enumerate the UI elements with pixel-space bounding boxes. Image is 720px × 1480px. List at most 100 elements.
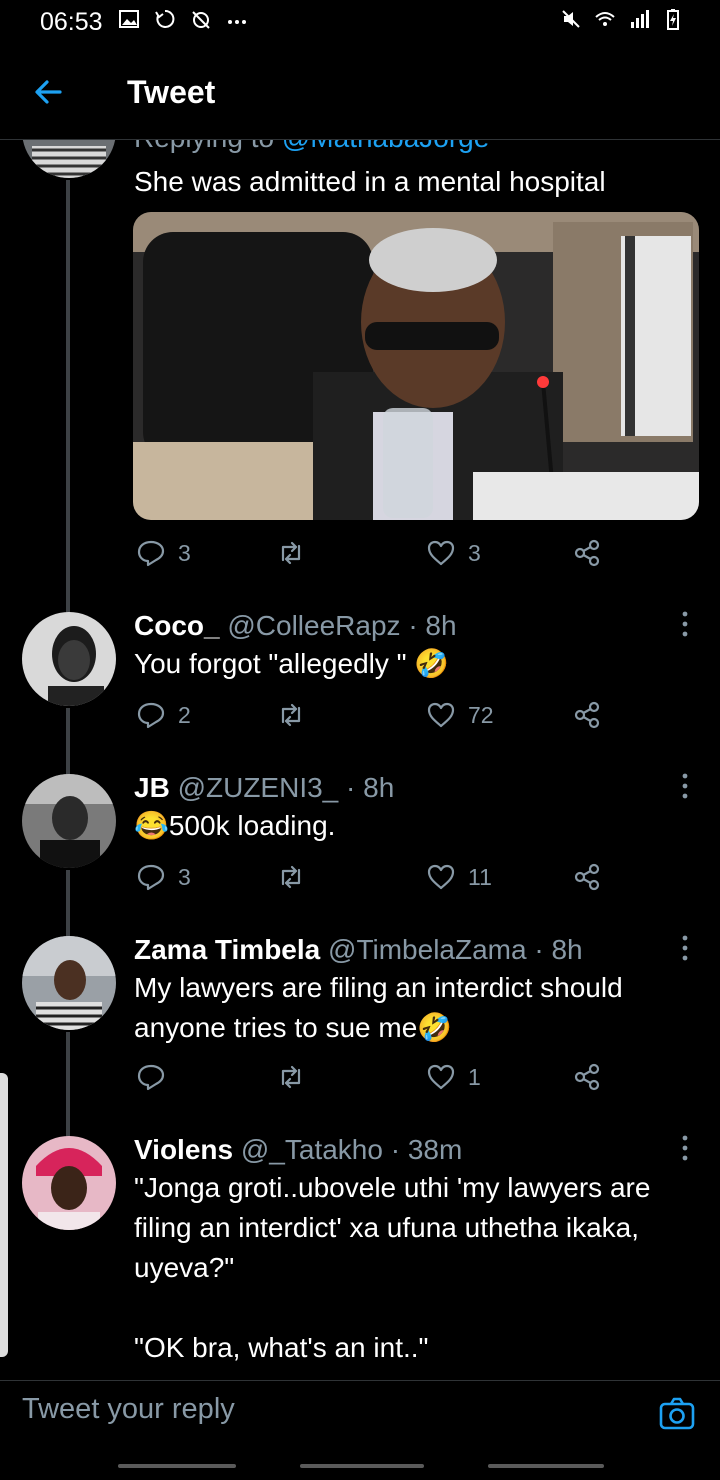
more-options-icon[interactable] [676, 772, 694, 800]
wifi-off-icon [192, 11, 210, 29]
nav-gesture-home[interactable] [300, 1464, 424, 1468]
reply-icon[interactable] [136, 862, 166, 892]
top-app-bar: Tweet [0, 44, 720, 140]
nav-gesture-right[interactable] [488, 1464, 604, 1468]
replying-to: Replying to @MathabaJorge [134, 140, 489, 154]
replying-to-prefix: Replying to [134, 140, 274, 153]
reply-input[interactable]: Tweet your reply [22, 1393, 235, 1426]
avatar[interactable] [22, 774, 116, 868]
tweet-text: She was admitted in a mental hospital [134, 166, 606, 197]
share-action[interactable] [572, 862, 602, 892]
thread-connector [66, 870, 70, 940]
thread-connector [66, 1032, 70, 1142]
display-name[interactable]: Coco_ [134, 610, 220, 641]
tweet-author: JB @ZUZENI3_ · 8h [134, 772, 394, 804]
back-arrow-icon[interactable] [30, 74, 66, 110]
replying-to-handle[interactable]: @MathabaJorge [282, 140, 489, 153]
tweet-time: · 8h [534, 934, 583, 965]
avatar[interactable] [22, 612, 116, 706]
thread-connector [66, 180, 70, 640]
tweet-actions: 2 72 [136, 700, 616, 736]
user-handle[interactable]: @_Tatakho [241, 1134, 383, 1165]
reply-composer[interactable]: Tweet your reply [0, 1380, 720, 1444]
like-count: 11 [468, 863, 492, 890]
system-nav-bar [0, 1444, 720, 1480]
nav-gesture-left[interactable] [118, 1464, 236, 1468]
user-handle[interactable]: @ColleeRapz [227, 610, 400, 641]
heart-icon[interactable] [426, 1062, 456, 1092]
reply-action[interactable]: 3 [136, 538, 191, 568]
tweet-time: · 8h [346, 772, 395, 803]
tweet-time: · 38m [390, 1134, 463, 1165]
edge-panel-handle[interactable] [0, 1073, 8, 1357]
retweet-action[interactable] [276, 1062, 318, 1092]
reply-action[interactable]: 2 [136, 700, 191, 730]
status-bar: 06:53 [0, 0, 720, 44]
avatar[interactable] [22, 140, 116, 178]
retweet-icon[interactable] [276, 538, 306, 568]
avatar[interactable] [22, 1136, 116, 1230]
more-dots-icon [228, 20, 246, 24]
tweet-text: 😂500k loading. [134, 810, 336, 841]
reply-icon[interactable] [136, 1062, 166, 1092]
reply-count: 2 [178, 701, 191, 728]
tweet-author: Zama Timbela @TimbelaZama · 8h [134, 934, 583, 966]
tweet-time: · 8h [408, 610, 457, 641]
tweet-text: You forgot "allegedly " 🤣 [134, 648, 450, 679]
like-action[interactable]: 72 [426, 700, 494, 730]
mute-icon [562, 10, 580, 28]
like-action[interactable]: 1 [426, 1062, 481, 1092]
retweet-icon[interactable] [276, 1062, 306, 1092]
more-options-icon[interactable] [676, 934, 694, 962]
sync-icon [155, 9, 175, 28]
reply-icon[interactable] [136, 700, 166, 730]
thread-connector [66, 708, 70, 778]
avatar[interactable] [22, 936, 116, 1030]
tweet-text: "OK bra, what's an int.." [134, 1332, 429, 1363]
heart-icon[interactable] [426, 700, 456, 730]
display-name[interactable]: Zama Timbela [134, 934, 320, 965]
display-name[interactable]: JB [134, 772, 170, 803]
heart-icon[interactable] [426, 538, 456, 568]
tweet-author: Violens @_Tatakho · 38m [134, 1134, 462, 1166]
retweet-icon[interactable] [276, 862, 306, 892]
share-icon[interactable] [572, 862, 602, 892]
tweet-text: My lawyers are filing an interdict shoul… [134, 972, 623, 1043]
battery-icon [667, 9, 679, 30]
more-options-icon[interactable] [676, 1134, 694, 1162]
tweet-actions: 3 11 [136, 862, 616, 898]
conversation-thread[interactable]: Replying to @MathabaJorge She was admitt… [0, 140, 720, 1380]
user-handle[interactable]: @ZUZENI3_ [178, 772, 339, 803]
reply-action[interactable] [136, 1062, 178, 1092]
wifi-icon [595, 12, 615, 26]
reply-count: 3 [178, 863, 191, 890]
share-icon[interactable] [572, 538, 602, 568]
like-count: 72 [468, 701, 494, 728]
reply-icon[interactable] [136, 538, 166, 568]
tweet-text: "Jonga groti..ubovele uthi 'my lawyers a… [134, 1172, 651, 1283]
camera-icon[interactable] [658, 1395, 696, 1433]
status-time: 06:53 [40, 8, 103, 36]
like-action[interactable]: 11 [426, 862, 492, 892]
signal-icon [631, 10, 649, 28]
retweet-action[interactable] [276, 700, 318, 730]
tweet-actions: 1 [136, 1062, 616, 1098]
retweet-icon[interactable] [276, 700, 306, 730]
tweet-image[interactable] [133, 212, 699, 520]
reply-action[interactable]: 3 [136, 862, 191, 892]
retweet-action[interactable] [276, 862, 318, 892]
share-action[interactable] [572, 538, 602, 568]
page-title: Tweet [127, 74, 216, 110]
like-action[interactable]: 3 [426, 538, 481, 568]
more-options-icon[interactable] [676, 610, 694, 638]
retweet-action[interactable] [276, 538, 318, 568]
share-action[interactable] [572, 700, 602, 730]
tweet-author: Coco_ @ColleeRapz · 8h [134, 610, 457, 642]
share-icon[interactable] [572, 700, 602, 730]
like-count: 3 [468, 539, 481, 566]
share-action[interactable] [572, 1062, 602, 1092]
display-name[interactable]: Violens [134, 1134, 233, 1165]
user-handle[interactable]: @TimbelaZama [328, 934, 527, 965]
share-icon[interactable] [572, 1062, 602, 1092]
heart-icon[interactable] [426, 862, 456, 892]
